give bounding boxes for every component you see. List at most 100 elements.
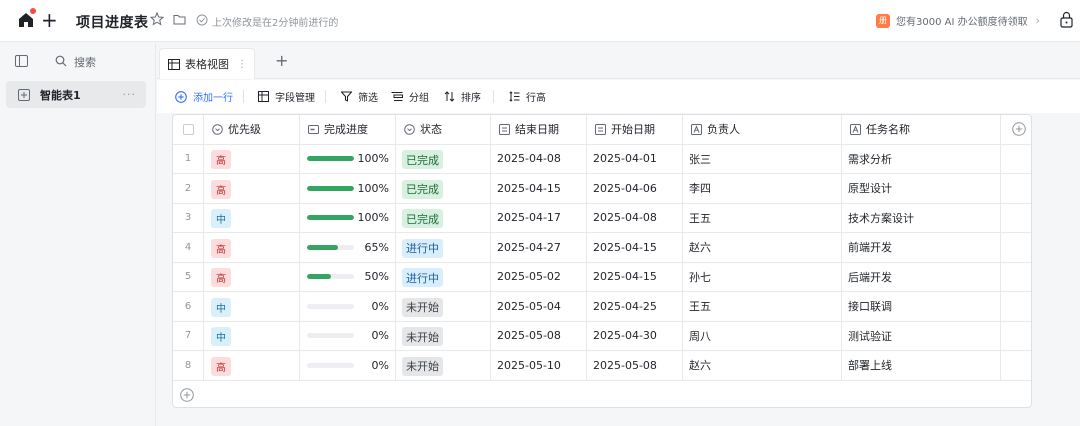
sidebar-toggle-icon[interactable] <box>15 55 28 67</box>
owner-cell[interactable]: 李四 <box>683 174 842 203</box>
column-header-status[interactable]: 状态 <box>396 115 491 144</box>
owner-cell[interactable]: 周八 <box>683 321 842 350</box>
column-header-progress[interactable]: 完成进度 <box>300 115 396 144</box>
ai-quota-banner[interactable]: 册 您有3000 AI 办公额度待领取 › <box>876 13 1040 28</box>
priority-cell[interactable]: 高 <box>204 262 300 291</box>
table-row[interactable]: 6 中 0% 未开始 2025-05-04 2025-04-25 王五 接口联调 <box>173 292 1031 322</box>
column-header-priority[interactable]: 优先级 <box>204 115 300 144</box>
column-header-start-date[interactable]: 开始日期 <box>587 115 683 144</box>
status-cell[interactable]: 未开始 <box>396 292 491 321</box>
status-cell[interactable]: 进行中 <box>396 262 491 291</box>
add-view-button[interactable]: + <box>275 51 288 70</box>
lock-icon[interactable] <box>1060 11 1073 28</box>
add-record-row[interactable] <box>173 381 1031 407</box>
table-row[interactable]: 3 中 100% 已完成 2025-04-17 2025-04-08 王五 技术方案设计 <box>173 203 1031 233</box>
priority-cell[interactable]: 高 <box>204 233 300 262</box>
owner-cell[interactable]: 王五 <box>683 203 842 232</box>
end-date-cell[interactable]: 2025-05-02 <box>491 262 587 291</box>
progress-cell[interactable]: 100% <box>300 174 396 203</box>
search-label[interactable]: 搜索 <box>74 54 96 70</box>
end-date-cell[interactable]: 2025-05-08 <box>491 321 587 350</box>
add-column-icon[interactable] <box>1011 122 1026 137</box>
select-all-checkbox[interactable] <box>182 123 194 135</box>
end-date-cell[interactable]: 2025-05-10 <box>491 351 587 380</box>
progress-cell[interactable]: 65% <box>300 233 396 262</box>
star-icon[interactable] <box>150 12 164 26</box>
status-cell[interactable]: 已完成 <box>396 174 491 203</box>
priority-cell[interactable]: 高 <box>204 144 300 173</box>
owner-cell[interactable]: 赵六 <box>683 233 842 262</box>
task-cell[interactable]: 原型设计 <box>842 174 1001 203</box>
owner-cell[interactable]: 孙七 <box>683 262 842 291</box>
sidebar-item-table[interactable]: 智能表1 ··· <box>6 81 146 108</box>
column-header-task[interactable]: 任务名称 <box>842 115 1001 144</box>
table-row[interactable]: 5 高 50% 进行中 2025-05-02 2025-04-15 孙七 后端开发 <box>173 262 1031 292</box>
progress-cell[interactable]: 0% <box>300 351 396 380</box>
start-date-cell[interactable]: 2025-04-30 <box>587 321 683 350</box>
new-plus-icon[interactable]: + <box>41 9 58 31</box>
status-cell[interactable]: 进行中 <box>396 233 491 262</box>
column-header-end-date[interactable]: 结束日期 <box>491 115 587 144</box>
sort-label: 排序 <box>461 93 481 104</box>
progress-cell[interactable]: 0% <box>300 321 396 350</box>
start-date-cell[interactable]: 2025-04-15 <box>587 262 683 291</box>
start-date-cell[interactable]: 2025-04-08 <box>587 203 683 232</box>
owner-cell[interactable]: 赵六 <box>683 351 842 380</box>
end-date-cell[interactable]: 2025-05-04 <box>491 292 587 321</box>
table-row[interactable]: 7 中 0% 未开始 2025-05-08 2025-04-30 周八 测试验证 <box>173 321 1031 351</box>
start-date: 2025-04-01 <box>593 152 657 166</box>
status-badge: 未开始 <box>402 297 443 317</box>
owner-name: 赵六 <box>689 241 711 255</box>
end-date-cell[interactable]: 2025-04-08 <box>491 144 587 173</box>
status-cell[interactable]: 未开始 <box>396 351 491 380</box>
table-row[interactable]: 8 高 0% 未开始 2025-05-10 2025-05-08 赵六 部署上线 <box>173 351 1031 381</box>
task-cell[interactable]: 技术方案设计 <box>842 203 1001 232</box>
task-cell[interactable]: 部署上线 <box>842 351 1001 380</box>
add-record-icon[interactable] <box>180 388 194 402</box>
task-cell[interactable]: 测试验证 <box>842 321 1001 350</box>
end-date-cell[interactable]: 2025-04-17 <box>491 203 587 232</box>
owner-cell[interactable]: 王五 <box>683 292 842 321</box>
end-date-cell[interactable]: 2025-04-15 <box>491 174 587 203</box>
more-icon[interactable]: ··· <box>123 88 137 101</box>
task-cell[interactable]: 前端开发 <box>842 233 1001 262</box>
task-name: 后端开发 <box>848 270 892 284</box>
status-cell[interactable]: 已完成 <box>396 144 491 173</box>
progress-cell[interactable]: 0% <box>300 292 396 321</box>
tab-grid-view[interactable]: 表格视图 ⋮ <box>159 48 255 79</box>
folder-icon[interactable] <box>173 14 186 25</box>
start-date-cell[interactable]: 2025-04-06 <box>587 174 683 203</box>
priority-cell[interactable]: 高 <box>204 174 300 203</box>
field-manage-button[interactable]: 字段管理 <box>258 89 315 104</box>
add-row-button[interactable]: 添加一行 <box>175 89 233 104</box>
column-header-owner[interactable]: 负责人 <box>683 115 842 144</box>
owner-cell[interactable]: 张三 <box>683 144 842 173</box>
task-cell[interactable]: 后端开发 <box>842 262 1001 291</box>
filter-button[interactable]: 筛选 <box>341 89 378 104</box>
table-row[interactable]: 2 高 100% 已完成 2025-04-15 2025-04-06 李四 原型设计 <box>173 174 1031 204</box>
start-date-cell[interactable]: 2025-04-25 <box>587 292 683 321</box>
priority-cell[interactable]: 中 <box>204 292 300 321</box>
status-cell[interactable]: 未开始 <box>396 321 491 350</box>
row-height-button[interactable]: 行高 <box>509 89 546 104</box>
start-date-cell[interactable]: 2025-04-01 <box>587 144 683 173</box>
priority-cell[interactable]: 中 <box>204 321 300 350</box>
page-title[interactable]: 项目进度表 <box>76 12 149 32</box>
search-icon[interactable] <box>55 55 67 67</box>
sort-button[interactable]: 排序 <box>444 89 481 104</box>
end-date-cell[interactable]: 2025-04-27 <box>491 233 587 262</box>
status-cell[interactable]: 已完成 <box>396 203 491 232</box>
priority-cell[interactable]: 高 <box>204 351 300 380</box>
priority-cell[interactable]: 中 <box>204 203 300 232</box>
start-date-cell[interactable]: 2025-04-15 <box>587 233 683 262</box>
progress-cell[interactable]: 100% <box>300 144 396 173</box>
start-date-cell[interactable]: 2025-05-08 <box>587 351 683 380</box>
task-cell[interactable]: 需求分析 <box>842 144 1001 173</box>
group-button[interactable]: 分组 <box>391 89 429 104</box>
progress-cell[interactable]: 50% <box>300 262 396 291</box>
tab-more-icon[interactable]: ⋮ <box>237 59 247 70</box>
progress-cell[interactable]: 100% <box>300 203 396 232</box>
task-cell[interactable]: 接口联调 <box>842 292 1001 321</box>
table-row[interactable]: 1 高 100% 已完成 2025-04-08 2025-04-01 张三 需求分析 <box>173 144 1031 174</box>
table-row[interactable]: 4 高 65% 进行中 2025-04-27 2025-04-15 赵六 前端开发 <box>173 233 1031 263</box>
